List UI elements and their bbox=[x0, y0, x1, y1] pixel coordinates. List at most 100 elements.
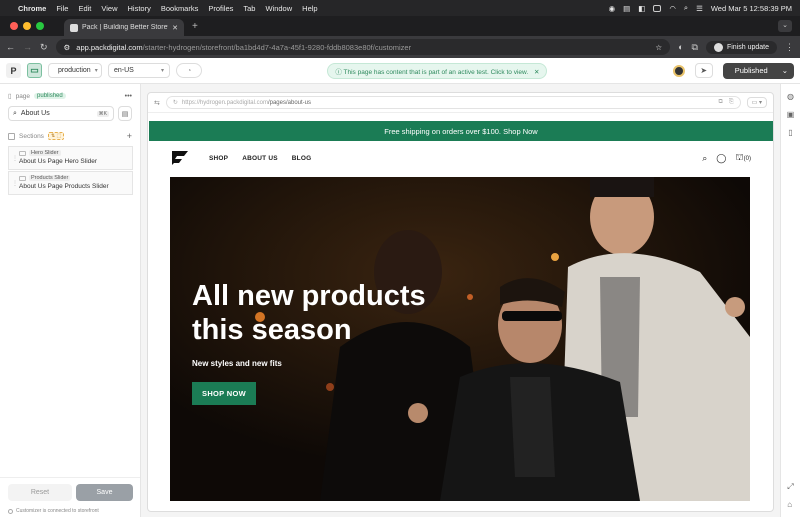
close-tab-icon[interactable]: ✕ bbox=[172, 24, 178, 32]
chrome-menu-icon[interactable]: ⋮ bbox=[785, 42, 794, 53]
extension-icon[interactable]: ◐ bbox=[678, 42, 683, 52]
locale-value: en-US bbox=[114, 67, 134, 74]
status-icon-1[interactable]: ◉ bbox=[609, 4, 616, 13]
locale-select[interactable]: en-US ▾ bbox=[108, 63, 170, 78]
hero-content: All new products this season New styles … bbox=[192, 279, 452, 405]
help-icon[interactable]: ⌂ bbox=[787, 500, 793, 509]
document-icon: ▤ bbox=[121, 110, 129, 118]
url-path: /starter-hydrogen/storefront/ba1bd4d7-4a… bbox=[142, 42, 412, 52]
section-item[interactable]: ⋮ Hero Slider About Us Page Hero Slider bbox=[8, 146, 133, 170]
preview-canvas: ⇆ ↻ https://hydrogen.packdigital.com/pag… bbox=[141, 84, 780, 517]
image-icon[interactable]: ▣ bbox=[787, 110, 795, 119]
close-window-icon[interactable] bbox=[10, 22, 18, 30]
search-value: About Us bbox=[20, 110, 50, 117]
page-icon: ▯ bbox=[8, 93, 12, 100]
preview-reload-icon[interactable]: ↻ bbox=[173, 99, 178, 106]
store-logo-icon[interactable] bbox=[171, 150, 189, 166]
section-item[interactable]: ⋮ Products Slider About Us Page Products… bbox=[8, 171, 133, 195]
customizer-app: P ▭ production ▾ en-US ▾ ◔ ⓘ This page h… bbox=[0, 58, 800, 517]
user-preview-button[interactable]: ◔ bbox=[176, 63, 202, 78]
address-bar[interactable]: ⚙ app.packdigital.com/starter-hydrogen/s… bbox=[55, 39, 671, 55]
finish-update-button[interactable]: Finish update bbox=[705, 40, 777, 54]
site-info-icon[interactable]: ⚙ bbox=[64, 43, 71, 52]
status-icon-2[interactable]: ▤ bbox=[623, 4, 630, 13]
page-status-row: ▯ page published ••• bbox=[8, 92, 132, 101]
section-name: About Us Page Products Slider bbox=[19, 183, 109, 190]
nav-blog[interactable]: BLOG bbox=[292, 155, 312, 162]
nav-shop[interactable]: SHOP bbox=[209, 155, 228, 162]
desktop-icon: ▭ bbox=[751, 100, 758, 106]
swap-icon[interactable]: ⇆ bbox=[154, 99, 160, 107]
preview-url-prefix: https://hydrogen.packdigital.com bbox=[181, 99, 268, 106]
menu-history[interactable]: History bbox=[128, 4, 151, 13]
extensions-puzzle-icon[interactable]: ⧉ bbox=[692, 42, 698, 53]
nav-about-us[interactable]: ABOUT US bbox=[242, 155, 278, 162]
back-icon[interactable]: ← bbox=[6, 42, 15, 52]
menu-view[interactable]: View bbox=[101, 4, 117, 13]
pack-logo[interactable]: P bbox=[6, 63, 21, 78]
more-options-icon[interactable]: ••• bbox=[125, 93, 132, 100]
sections-label: Sections bbox=[19, 132, 44, 140]
active-test-notice[interactable]: ⓘ This page has content that is part of … bbox=[327, 62, 548, 79]
browser-toolbar: ← → ↻ ⚙ app.packdigital.com/starter-hydr… bbox=[0, 36, 800, 58]
new-tab-icon[interactable]: + bbox=[192, 21, 198, 32]
info-icon: ⓘ bbox=[335, 68, 342, 76]
device-select[interactable]: ▭ ▾ bbox=[746, 97, 767, 108]
expand-icon[interactable]: ⤢ bbox=[787, 482, 793, 492]
chevron-down-icon[interactable]: ⌄ bbox=[782, 66, 788, 75]
grip-icon[interactable]: ⋮ bbox=[12, 155, 18, 162]
browser-tab[interactable]: Pack | Building Better Storefr ✕ bbox=[64, 19, 184, 36]
reset-button[interactable]: Reset bbox=[8, 484, 72, 501]
battery-icon[interactable] bbox=[653, 4, 662, 12]
forward-icon[interactable]: → bbox=[23, 42, 32, 52]
cart-button[interactable]: ⛫(0) bbox=[735, 152, 751, 164]
globe-icon[interactable]: ◍ bbox=[787, 92, 794, 101]
account-icon[interactable]: ◯ bbox=[716, 153, 726, 164]
search-icon[interactable]: ⌕ bbox=[702, 153, 707, 164]
menu-help[interactable]: Help bbox=[302, 4, 317, 13]
user-avatar[interactable] bbox=[672, 64, 685, 77]
promo-banner[interactable]: Free shipping on orders over $100. Shop … bbox=[149, 121, 773, 141]
send-icon[interactable]: ➤ bbox=[694, 63, 713, 78]
layout-toggle-icon[interactable]: ▭ bbox=[27, 63, 42, 78]
menubar-clock[interactable]: Wed Mar 5 12:58:39 PM bbox=[711, 4, 792, 13]
user-icon: ◔ bbox=[186, 66, 192, 75]
menu-tab[interactable]: Tab bbox=[243, 4, 255, 13]
menu-app[interactable]: Chrome bbox=[18, 4, 46, 13]
page-search-input[interactable]: ⌕ About Us ⌘K bbox=[8, 106, 114, 121]
wifi-icon[interactable]: ◠ bbox=[669, 4, 676, 13]
chevron-down-icon: ▾ bbox=[160, 68, 164, 74]
open-external-icon[interactable]: ⧉ bbox=[719, 99, 723, 106]
search-icon[interactable]: ⌕ bbox=[684, 3, 688, 13]
grip-icon[interactable]: ⋮ bbox=[12, 180, 18, 187]
menu-window[interactable]: Window bbox=[265, 4, 292, 13]
preview-url-bar: ⇆ ↻ https://hydrogen.packdigital.com/pag… bbox=[148, 93, 773, 113]
page-icon[interactable]: ▯ bbox=[788, 128, 792, 137]
shop-now-button[interactable]: SHOP NOW bbox=[192, 382, 256, 405]
environment-value: production bbox=[58, 67, 91, 74]
publish-button[interactable]: Published ⌄ bbox=[722, 62, 794, 79]
drag-handle-icon[interactable]: ⇅ ⬚ bbox=[47, 132, 65, 140]
page-settings-button[interactable]: ▤ bbox=[118, 106, 132, 121]
menu-bookmarks[interactable]: Bookmarks bbox=[161, 4, 199, 13]
reload-icon[interactable]: ↻ bbox=[40, 42, 48, 53]
select-all-checkbox[interactable] bbox=[8, 132, 15, 140]
section-type: Hero Slider bbox=[29, 150, 61, 156]
close-icon[interactable]: ✕ bbox=[534, 69, 539, 76]
minimize-window-icon[interactable] bbox=[23, 22, 31, 30]
menu-profiles[interactable]: Profiles bbox=[208, 4, 233, 13]
add-section-icon[interactable]: + bbox=[127, 131, 132, 141]
menu-edit[interactable]: Edit bbox=[78, 4, 91, 13]
connection-icon bbox=[8, 508, 13, 514]
zoom-window-icon[interactable] bbox=[36, 22, 44, 30]
preview-url-input[interactable]: ↻ https://hydrogen.packdigital.com/pages… bbox=[165, 96, 741, 109]
save-button[interactable]: Save bbox=[76, 484, 133, 501]
status-icon-3[interactable]: ◧ bbox=[638, 4, 645, 13]
environment-select[interactable]: production ▾ bbox=[48, 63, 102, 78]
bookmark-star-icon[interactable]: ☆ bbox=[655, 43, 662, 52]
sidebar-footer: Reset Save Customizer is connected to st… bbox=[0, 477, 140, 517]
control-center-icon[interactable]: ☰ bbox=[696, 4, 703, 13]
tab-search-icon[interactable]: ⌄ bbox=[778, 20, 792, 32]
copy-link-icon[interactable]: ⎘ bbox=[729, 99, 734, 106]
menu-file[interactable]: File bbox=[56, 4, 68, 13]
